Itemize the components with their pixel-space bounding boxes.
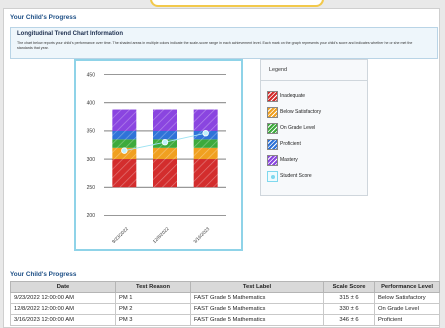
legend-swatch-inadequate	[267, 91, 278, 102]
level-band-mastery	[112, 109, 137, 131]
legend-label: Student Score	[280, 172, 312, 179]
legend-header: Legend	[261, 60, 367, 81]
cell-test-label: FAST Grade 5 Mathematics	[190, 303, 324, 315]
cell-performance-level: Proficient	[374, 314, 440, 326]
cell-date: 12/8/2022 12:00:00 AM	[10, 303, 116, 315]
legend-swatch-student-score	[267, 171, 278, 182]
y-tick-label: 250	[87, 185, 96, 191]
level-band-mastery	[193, 109, 218, 131]
cell-scale-score: 346 ± 6	[323, 314, 375, 326]
legend-title: Legend	[269, 67, 287, 73]
legend-item-mastery: Mastery	[267, 155, 365, 166]
legend-swatch-below-satisfactory	[267, 107, 278, 118]
section-title: Your Child's Progress	[10, 14, 77, 21]
legend-label: Inadequate	[280, 92, 306, 99]
y-tick-label: 450	[87, 72, 96, 78]
legend-item-below-satisfactory: Below Satisfactory	[267, 107, 365, 118]
legend-item-student-score: Student Score	[267, 171, 365, 182]
level-band-on-grade-level	[193, 139, 218, 148]
level-band-inadequate	[153, 159, 177, 188]
cell-date: 3/16/2023 12:00:00 AM	[10, 314, 116, 326]
column-header-performance-level: Performance Level	[374, 281, 440, 293]
cell-test-reason: PM 1	[115, 292, 191, 304]
table-row: 9/23/2022 12:00:00 AM PM 1 FAST Grade 5 …	[10, 292, 440, 304]
legend-swatch-proficient	[267, 139, 278, 150]
table-header-row: Date Test Reason Test Label Scale Score …	[10, 281, 440, 293]
level-band-inadequate	[112, 159, 137, 188]
table-title: Your Child's Progress	[10, 271, 77, 278]
trend-chart-info-box: Longitudinal Trend Chart Information The…	[10, 27, 438, 59]
x-tick-label: 9/23/2022	[111, 226, 129, 244]
level-band-inadequate	[193, 159, 218, 188]
cell-test-reason: PM 2	[115, 303, 191, 315]
y-tick-label: 200	[87, 213, 96, 219]
level-band-proficient	[112, 130, 137, 140]
student-score-point	[121, 147, 128, 154]
top-tab-fragment	[150, 0, 324, 7]
y-tick-label: 350	[87, 129, 96, 135]
y-tick-label: 300	[87, 157, 96, 163]
info-title: Longitudinal Trend Chart Information	[17, 31, 123, 37]
cell-date: 9/23/2022 12:00:00 AM	[10, 292, 116, 304]
legend-label: Below Satisfactory	[280, 108, 322, 115]
level-band-mastery	[153, 109, 177, 131]
legend-label: Proficient	[280, 140, 301, 147]
legend-item-inadequate: Inadequate	[267, 91, 365, 102]
level-band-below-satisfactory	[153, 147, 177, 160]
trend-chart: 450 400 350 300 250 200 9/23/2022 12/8/2022 3/16…	[74, 59, 243, 251]
level-band-proficient	[153, 130, 177, 140]
cell-test-reason: PM 3	[115, 314, 191, 326]
info-body: The chart below reports your child's per…	[17, 41, 413, 50]
cell-test-label: FAST Grade 5 Mathematics	[190, 292, 324, 304]
report-panel: Your Child's Progress Longitudinal Trend…	[3, 8, 440, 328]
x-tick-label: 3/16/2023	[192, 226, 210, 244]
cell-scale-score: 315 ± 6	[323, 292, 375, 304]
column-header-test-label: Test Label	[190, 281, 324, 293]
level-band-on-grade-level	[112, 139, 137, 148]
y-tick-label: 400	[87, 101, 96, 107]
student-score-marker-icon	[270, 174, 275, 179]
cell-scale-score: 330 ± 6	[323, 303, 375, 315]
student-score-point	[161, 138, 169, 146]
table-row: 12/8/2022 12:00:00 AM PM 2 FAST Grade 5 …	[10, 303, 440, 315]
column-header-test-reason: Test Reason	[115, 281, 191, 293]
legend-swatch-mastery	[267, 155, 278, 166]
column-header-date: Date	[10, 281, 116, 293]
x-tick-label: 12/8/2022	[152, 226, 170, 244]
student-score-point	[202, 129, 209, 137]
column-header-scale-score: Scale Score	[323, 281, 375, 293]
legend-swatch-on-grade-level	[267, 123, 278, 134]
legend-label: Mastery	[280, 156, 298, 163]
legend-item-proficient: Proficient	[267, 139, 365, 150]
trend-chart-svg: 450 400 350 300 250 200 9/23/2022 12/8/2022 3/16…	[87, 72, 226, 244]
progress-table: Date Test Reason Test Label Scale Score …	[10, 281, 440, 326]
legend-item-on-grade-level: On Grade Level	[267, 123, 365, 134]
cell-performance-level: Below Satisfactory	[374, 292, 440, 304]
cell-test-label: FAST Grade 5 Mathematics	[190, 314, 324, 326]
table-row: 3/16/2023 12:00:00 AM PM 3 FAST Grade 5 …	[10, 314, 440, 326]
cell-performance-level: On Grade Level	[374, 303, 440, 315]
level-band-below-satisfactory	[193, 147, 218, 160]
legend-box: Legend Inadequate Below Satisfactory On …	[260, 59, 368, 196]
legend-label: On Grade Level	[280, 124, 316, 131]
